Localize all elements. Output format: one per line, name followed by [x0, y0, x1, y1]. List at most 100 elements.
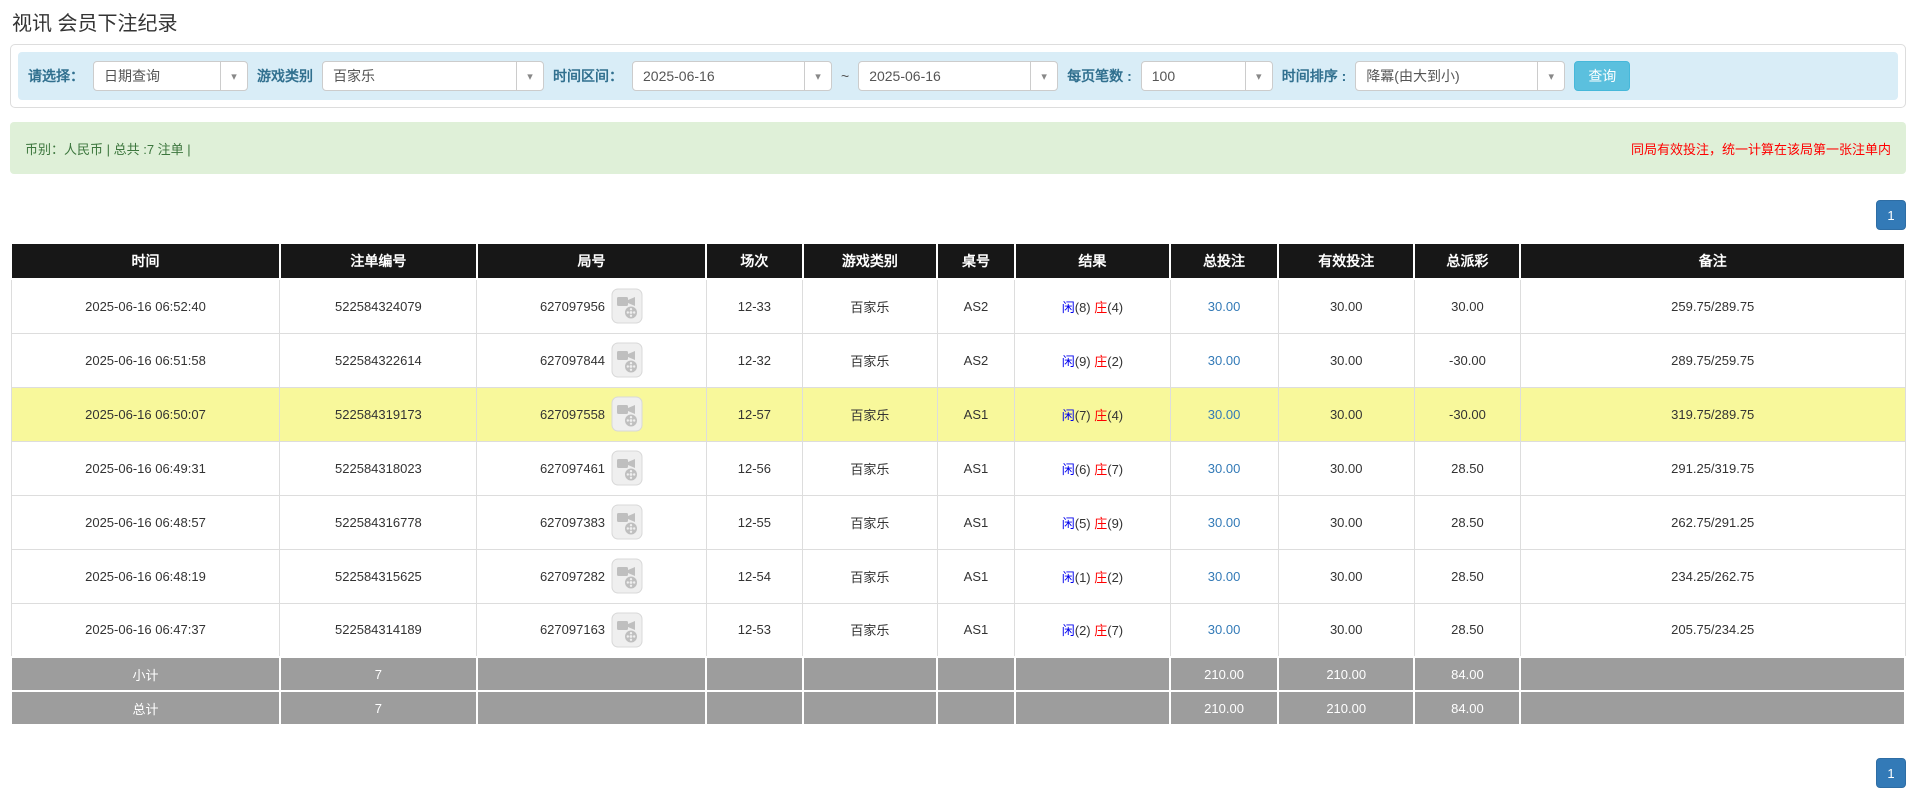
result-player-count: (7) [1074, 407, 1095, 423]
page-size-select[interactable]: 100 ▾ [1140, 61, 1273, 91]
chevron-down-icon: ▾ [804, 62, 831, 90]
cell-game-type: 百家乐 [802, 602, 938, 658]
query-type-value: 日期查询 [104, 68, 160, 84]
round-number-text: 627097163 [539, 622, 606, 638]
cell-round-number: 627097558 [476, 386, 707, 442]
table-row[interactable]: 2025-06-16 06:49:31 522584318023 627097461… [10, 440, 1906, 496]
table-row[interactable]: 2025-06-16 06:50:07 522584319173 627097558… [10, 386, 1906, 442]
betting-records-table: 时间 注单编号 局号 场次 游戏类别 桌号 结果 总投注 有效投注 总派彩 备注 2025-06-1… [10, 242, 1906, 726]
total-bet-link[interactable]: 30.00 [1208, 407, 1241, 422]
total-row-cell-3 [705, 690, 804, 726]
total-row-cell-5 [936, 690, 1016, 726]
cell-remark: 259.75/289.75 [1519, 278, 1906, 334]
total-bet-link[interactable]: 30.00 [1208, 461, 1241, 476]
result-banker: 庄 [1094, 515, 1108, 531]
currency-total-text: 币别：人民币 | 总共 :7 注单 | [25, 141, 191, 157]
cell-game-type: 百家乐 [802, 332, 938, 388]
cell-result: 闲(6) 庄(7) [1014, 440, 1171, 496]
column-header-0: 时间 [10, 242, 281, 280]
video-replay-icon[interactable] [611, 558, 643, 594]
subtotal-row-cell-5 [936, 656, 1016, 692]
video-replay-icon[interactable] [611, 612, 643, 648]
game-type-label: 游戏类别 [257, 68, 313, 84]
page-1-button[interactable]: 1 [1876, 200, 1906, 230]
total-row: 总计 7 210.00 210.00 84.00 [10, 690, 1906, 726]
cell-time: 2025-06-16 06:51:58 [10, 332, 281, 388]
result-player: 闲 [1061, 407, 1075, 423]
cell-total-bet: 30.00 [1169, 278, 1279, 334]
table-row[interactable]: 2025-06-16 06:52:40 522584324079 627097956… [10, 278, 1906, 334]
video-replay-icon[interactable] [611, 504, 643, 540]
total-row-cell-0: 总计 [10, 690, 281, 726]
result-player-count: (2) [1074, 623, 1095, 639]
column-header-7: 总投注 [1169, 242, 1280, 280]
subtotal-row: 小计 7 210.00 210.00 84.00 [10, 656, 1906, 692]
total-row-cell-9: 84.00 [1413, 690, 1522, 726]
video-replay-icon[interactable] [611, 396, 643, 432]
total-bet-link[interactable]: 30.00 [1208, 299, 1241, 314]
cell-total-bet: 30.00 [1169, 602, 1279, 658]
subtotal-row-cell-8: 210.00 [1277, 656, 1416, 692]
total-bet-link[interactable]: 30.00 [1208, 569, 1241, 584]
video-replay-icon[interactable] [611, 342, 643, 378]
table-header: 时间 注单编号 局号 场次 游戏类别 桌号 结果 总投注 有效投注 总派彩 备注 [10, 242, 1906, 280]
table-row[interactable]: 2025-06-16 06:48:57 522584316778 627097383… [10, 494, 1906, 550]
page-1-button[interactable]: 1 [1876, 758, 1906, 788]
cell-session: 12-55 [705, 494, 804, 550]
cell-result: 闲(2) 庄(7) [1014, 602, 1171, 658]
search-button[interactable]: 查询 [1574, 61, 1631, 91]
sort-order-value: 降冪(由大到小) [1366, 68, 1460, 84]
round-number-text: 627097956 [539, 298, 606, 314]
cell-remark: 289.75/259.75 [1519, 332, 1906, 388]
sort-order-select[interactable]: 降冪(由大到小) ▾ [1355, 61, 1566, 91]
total-bet-link[interactable]: 30.00 [1208, 515, 1241, 530]
cell-total-bet: 30.00 [1169, 440, 1279, 496]
column-header-6: 结果 [1013, 242, 1172, 280]
cell-game-type: 百家乐 [802, 386, 938, 442]
cell-bet-number: 522584324079 [279, 278, 478, 334]
cell-session: 12-57 [705, 386, 804, 442]
cell-result: 闲(5) 庄(9) [1014, 494, 1171, 550]
cell-payout: -30.00 [1413, 386, 1521, 442]
subtotal-row-cell-1: 7 [278, 656, 478, 692]
result-player: 闲 [1061, 461, 1075, 477]
cell-valid-bet: 30.00 [1277, 548, 1415, 604]
cell-table-number: AS1 [936, 548, 1016, 604]
cell-table-number: AS1 [936, 386, 1016, 442]
result-player: 闲 [1061, 623, 1075, 639]
cell-session: 12-53 [705, 602, 804, 658]
date-to-select[interactable]: 2025-06-16 ▾ [858, 61, 1059, 91]
cell-remark: 262.75/291.25 [1519, 494, 1906, 550]
date-from-value: 2025-06-16 [643, 68, 715, 84]
result-banker: 庄 [1094, 299, 1108, 315]
game-type-select[interactable]: 百家乐 ▾ [322, 61, 544, 91]
cell-round-number: 627097163 [476, 602, 707, 658]
filter-bar: 请选择： 日期查询 ▾ 游戏类别 百家乐 ▾ 时间区间： 2025-06-16 … [18, 52, 1898, 100]
total-bet-link[interactable]: 30.00 [1208, 353, 1241, 368]
table-row[interactable]: 2025-06-16 06:48:19 522584315625 627097282… [10, 548, 1906, 604]
column-header-4: 游戏类别 [801, 242, 939, 280]
cell-result: 闲(9) 庄(2) [1014, 332, 1171, 388]
column-header-8: 有效投注 [1277, 242, 1416, 280]
subtotal-row-cell-4 [801, 656, 939, 692]
table-row[interactable]: 2025-06-16 06:47:37 522584314189 627097163… [10, 602, 1906, 658]
query-type-select[interactable]: 日期查询 ▾ [93, 61, 248, 91]
cell-payout: 28.50 [1413, 440, 1521, 496]
subtotal-row-cell-3 [705, 656, 804, 692]
total-row-cell-6 [1013, 690, 1172, 726]
total-bet-link[interactable]: 30.00 [1208, 622, 1241, 637]
cell-table-number: AS2 [936, 332, 1016, 388]
cell-total-bet: 30.00 [1169, 548, 1279, 604]
date-from-select[interactable]: 2025-06-16 ▾ [632, 61, 832, 91]
subtotal-row-cell-9: 84.00 [1413, 656, 1522, 692]
cell-valid-bet: 30.00 [1277, 332, 1415, 388]
video-replay-icon[interactable] [611, 450, 643, 486]
table-row[interactable]: 2025-06-16 06:51:58 522584322614 627097844… [10, 332, 1906, 388]
result-banker-count: (2) [1107, 569, 1124, 585]
game-type-value: 百家乐 [333, 68, 375, 84]
video-replay-icon[interactable] [611, 288, 643, 324]
cell-payout: 28.50 [1413, 548, 1521, 604]
chevron-down-icon: ▾ [1030, 62, 1057, 90]
result-player: 闲 [1061, 353, 1075, 369]
cell-remark: 205.75/234.25 [1519, 602, 1906, 658]
